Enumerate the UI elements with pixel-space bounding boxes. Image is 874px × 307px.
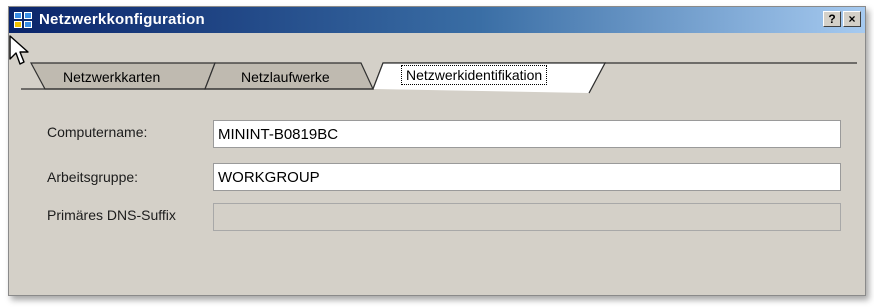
- computername-field[interactable]: MININT-B0819BC: [213, 120, 841, 148]
- title-bar[interactable]: Netzwerkkonfiguration ? ×: [9, 7, 865, 33]
- close-button[interactable]: ×: [843, 11, 861, 27]
- network-config-icon: [14, 12, 32, 28]
- workgroup-field[interactable]: WORKGROUP: [213, 163, 841, 191]
- tab-netzwerkkarten[interactable]: Netzwerkkarten: [63, 69, 160, 85]
- tab-netzlaufwerke[interactable]: Netzlaufwerke: [241, 69, 330, 85]
- tab-strip: Netzwerkkarten Netzlaufwerke Netzwerkide…: [9, 35, 867, 105]
- dns-suffix-label: Primäres DNS-Suffix: [47, 207, 176, 223]
- help-button[interactable]: ?: [823, 11, 841, 27]
- workgroup-label: Arbeitsgruppe:: [47, 169, 139, 185]
- window-title: Netzwerkkonfiguration: [39, 11, 205, 28]
- tab-netzwerkidentifikation[interactable]: Netzwerkidentifikation: [401, 65, 548, 85]
- mouse-pointer-icon: [9, 35, 29, 65]
- dialog-window: Netzwerkkonfiguration ? × Netzwerkkarten…: [8, 6, 866, 296]
- dns-suffix-field: [213, 203, 841, 231]
- computername-label: Computername:: [47, 124, 148, 140]
